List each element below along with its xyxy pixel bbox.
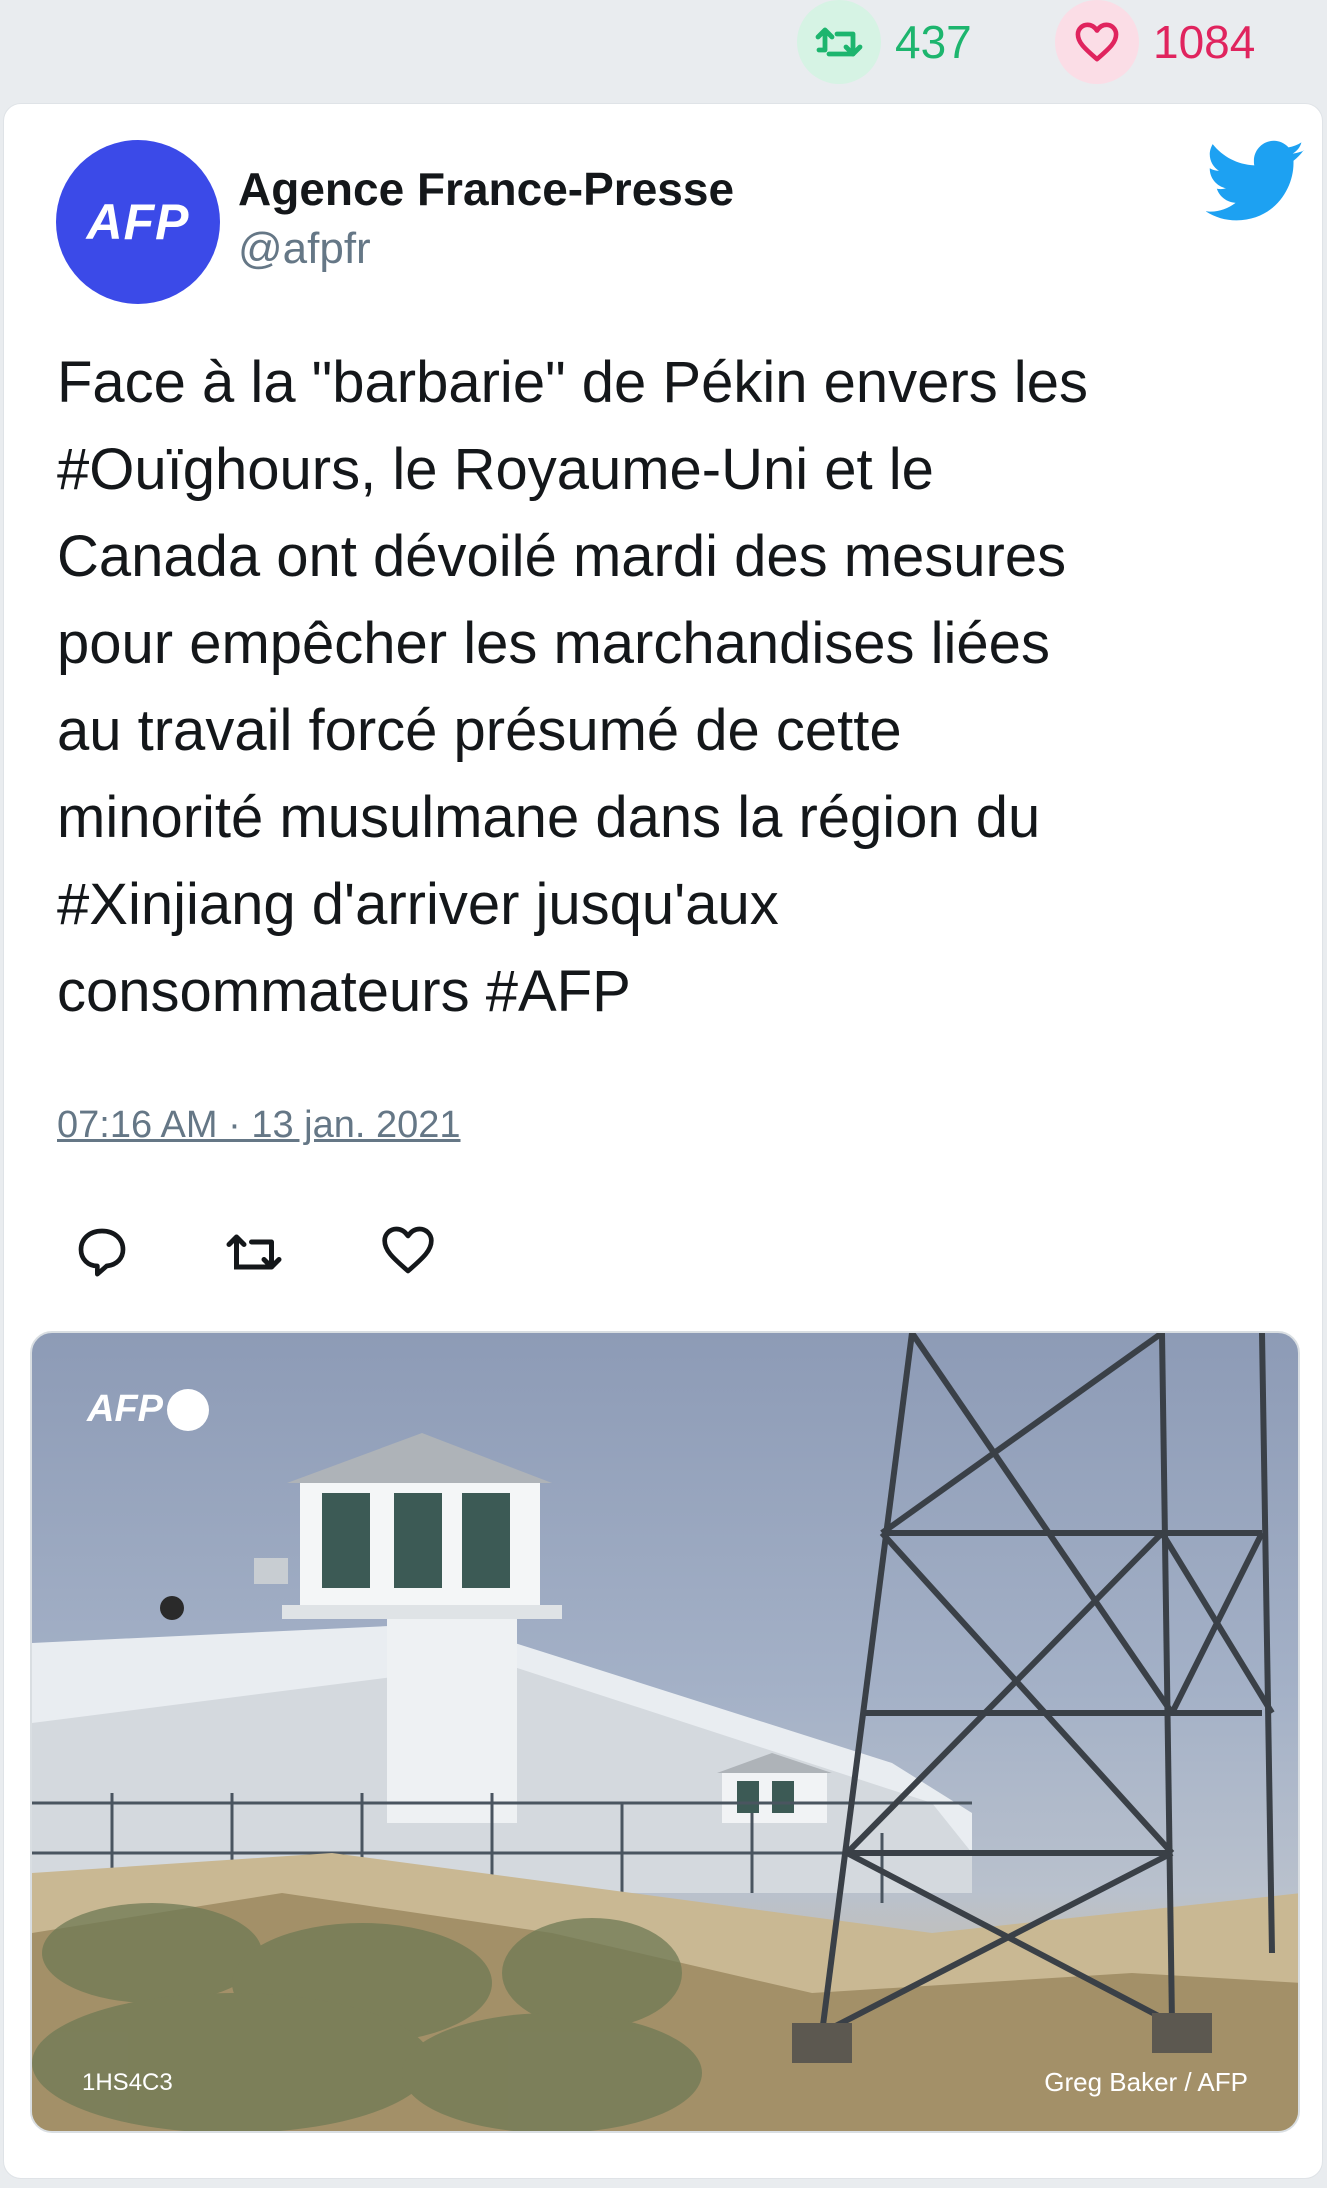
tweet-line: au travail forcé présumé de cette bbox=[57, 698, 902, 763]
tweet-line: minorité musulmane dans la région du bbox=[57, 785, 1041, 850]
twitter-bird-icon[interactable] bbox=[1205, 140, 1306, 224]
author-name[interactable]: Agence France-Presse bbox=[238, 162, 734, 216]
avatar[interactable]: AFP bbox=[56, 140, 220, 304]
retweet-icon[interactable] bbox=[797, 0, 881, 84]
reply-icon[interactable] bbox=[74, 1224, 134, 1284]
tweet-text: Face à la "barbarie" de Pékin envers les… bbox=[57, 339, 1287, 1035]
engagement-bar: 437 1084 bbox=[0, 0, 1327, 95]
tweet-line: #Xinjiang d'arriver jusqu'aux bbox=[57, 872, 779, 937]
afp-dot-icon bbox=[167, 1388, 209, 1431]
tweet-line: pour empêcher les marchandises liées bbox=[57, 611, 1050, 676]
tweet-line: consommateurs #AFP bbox=[57, 959, 631, 1024]
afp-watermark: AFP bbox=[87, 1388, 209, 1431]
retweet-icon[interactable] bbox=[224, 1224, 284, 1284]
tweet-line: Canada ont dévoilé mardi des mesures bbox=[57, 524, 1067, 589]
avatar-text: AFP bbox=[86, 194, 190, 250]
tweet-card: AFP Agence France-Presse @afpfr Face à l… bbox=[3, 103, 1323, 2179]
retweet-count: 437 bbox=[895, 16, 972, 68]
heart-icon[interactable] bbox=[380, 1224, 440, 1284]
author-handle[interactable]: @afpfr bbox=[238, 224, 371, 274]
timestamp-link[interactable]: 07:16 AM · 13 jan. 2021 bbox=[57, 1104, 461, 1147]
afp-watermark-text: AFP bbox=[87, 1388, 163, 1430]
photo-credit: Greg Baker / AFP bbox=[1044, 2067, 1248, 2097]
tweet-photo[interactable]: AFP 1HS4C3 Greg Baker / AFP bbox=[30, 1331, 1300, 2133]
photo-code: 1HS4C3 bbox=[82, 2069, 173, 2096]
tweet-line: Face à la "barbarie" de Pékin envers les bbox=[57, 350, 1088, 415]
like-stat[interactable]: 1084 bbox=[1055, 0, 1255, 84]
heart-icon[interactable] bbox=[1055, 0, 1139, 84]
like-count: 1084 bbox=[1153, 16, 1256, 68]
retweet-stat[interactable]: 437 bbox=[797, 0, 972, 84]
tweet-line: #Ouïghours, le Royaume-Uni et le bbox=[57, 437, 934, 502]
prison-photo bbox=[32, 1333, 1298, 2131]
